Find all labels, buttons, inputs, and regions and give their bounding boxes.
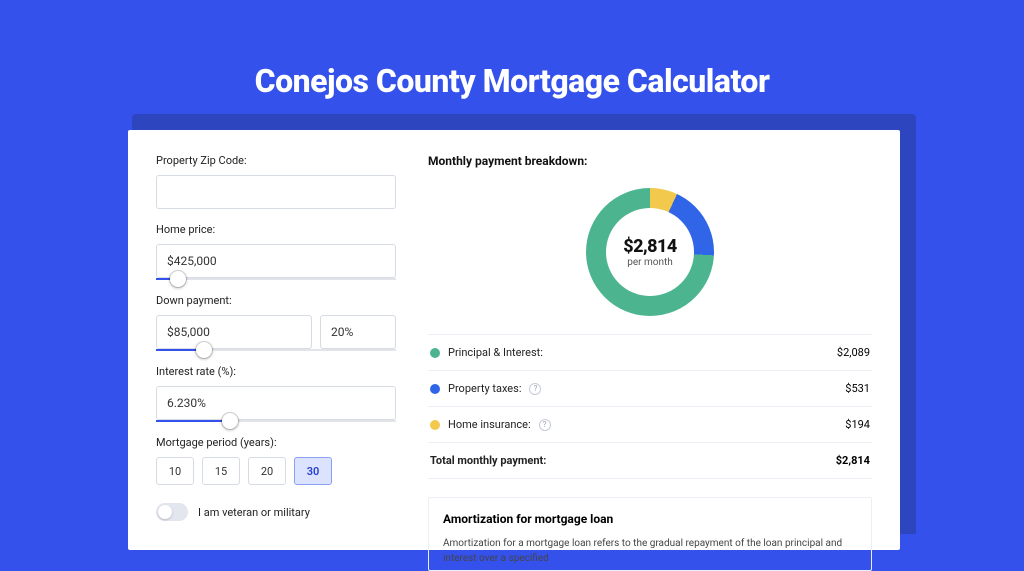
row-label: Property taxes: [448, 382, 521, 395]
zip-label: Property Zip Code: [156, 154, 396, 167]
form-panel: Property Zip Code: Home price: Down paym… [156, 154, 396, 526]
row-label: Principal & Interest: [448, 346, 543, 359]
help-icon[interactable]: ? [529, 383, 541, 395]
page-title: Conejos County Mortgage Calculator [0, 0, 1024, 100]
breakdown-list: Principal & Interest: $2,089 Property ta… [428, 334, 872, 479]
home-price-label: Home price: [156, 223, 396, 236]
row-value: $531 [845, 382, 870, 395]
zip-input[interactable] [156, 175, 396, 209]
dot-icon [430, 420, 440, 430]
home-price-input[interactable] [156, 244, 396, 278]
amortization-section: Amortization for mortgage loan Amortizat… [428, 497, 872, 571]
period-options: 10 15 20 30 [156, 457, 396, 485]
home-price-group: Home price: [156, 223, 396, 280]
donut-chart: $2,814 per month [428, 184, 872, 334]
period-30[interactable]: 30 [294, 457, 332, 485]
veteran-toggle[interactable] [156, 503, 188, 521]
slider-thumb[interactable] [170, 271, 186, 287]
amort-heading: Amortization for mortgage loan [443, 512, 857, 526]
period-20[interactable]: 20 [248, 457, 286, 485]
home-price-slider[interactable] [156, 278, 396, 280]
calculator-card: Property Zip Code: Home price: Down paym… [128, 130, 900, 550]
down-payment-input[interactable] [156, 315, 312, 349]
slider-thumb[interactable] [222, 413, 238, 429]
monthly-heading: Monthly payment breakdown: [428, 154, 872, 168]
interest-label: Interest rate (%): [156, 365, 396, 378]
period-15[interactable]: 15 [202, 457, 240, 485]
veteran-label: I am veteran or military [198, 506, 310, 519]
row-value: $194 [845, 418, 870, 431]
slider-thumb[interactable] [196, 342, 212, 358]
period-group: Mortgage period (years): 10 15 20 30 [156, 436, 396, 485]
down-payment-label: Down payment: [156, 294, 396, 307]
page-root: Conejos County Mortgage Calculator Prope… [0, 0, 1024, 512]
down-payment-group: Down payment: [156, 294, 396, 351]
donut-sub: per month [627, 257, 673, 268]
amort-body: Amortization for a mortgage loan refers … [443, 536, 857, 566]
donut-total: $2,814 [623, 236, 677, 257]
interest-group: Interest rate (%): [156, 365, 396, 422]
donut-center: $2,814 per month [606, 208, 694, 296]
interest-input[interactable] [156, 386, 396, 420]
row-principal: Principal & Interest: $2,089 [428, 335, 872, 371]
row-value: $2,814 [836, 454, 870, 467]
row-value: $2,089 [837, 346, 870, 359]
row-taxes: Property taxes: ? $531 [428, 371, 872, 407]
results-panel: Monthly payment breakdown: $2,814 per mo… [428, 154, 872, 526]
down-payment-pct-input[interactable] [320, 315, 396, 349]
dot-icon [430, 348, 440, 358]
row-insurance: Home insurance: ? $194 [428, 407, 872, 443]
period-label: Mortgage period (years): [156, 436, 396, 449]
row-total: Total monthly payment: $2,814 [428, 443, 872, 479]
interest-slider[interactable] [156, 420, 396, 422]
down-payment-slider[interactable] [156, 349, 396, 351]
zip-group: Property Zip Code: [156, 154, 396, 209]
period-10[interactable]: 10 [156, 457, 194, 485]
row-label: Home insurance: [448, 418, 531, 431]
dot-icon [430, 384, 440, 394]
veteran-row: I am veteran or military [156, 503, 396, 521]
row-label: Total monthly payment: [430, 454, 546, 467]
help-icon[interactable]: ? [539, 419, 551, 431]
